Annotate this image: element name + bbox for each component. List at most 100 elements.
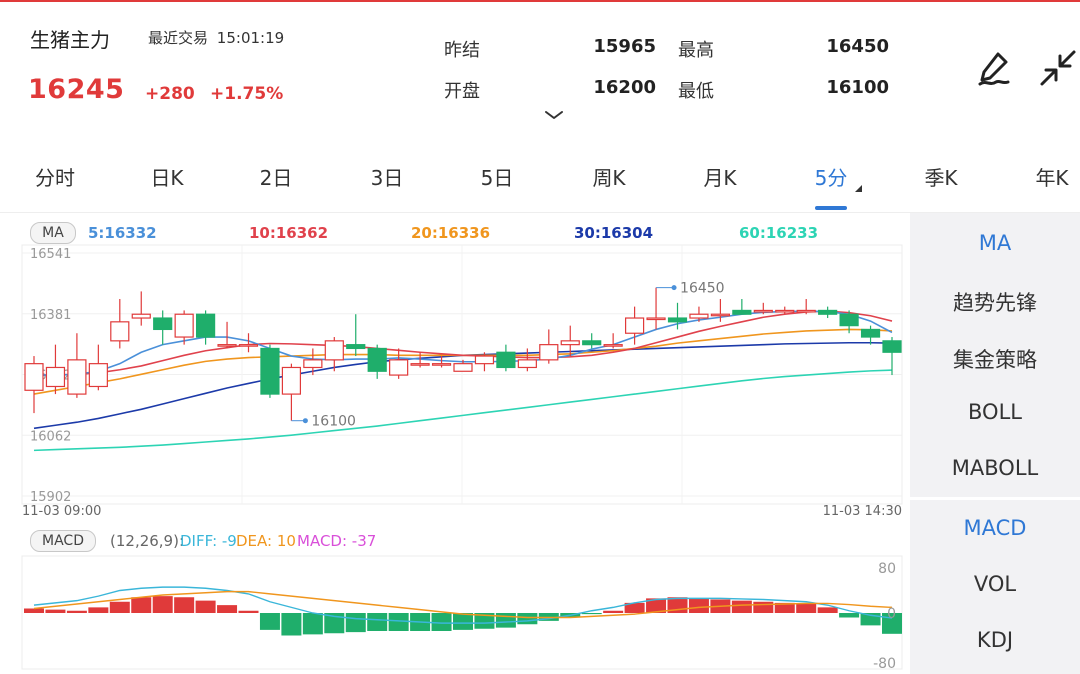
candle-body xyxy=(131,313,151,319)
macd-histogram-bar xyxy=(131,597,152,613)
tab-timeshare[interactable]: 分时 xyxy=(15,162,95,191)
main-indicator-list: MA 趋势先锋 集金策略 BOLL MABOLL xyxy=(910,213,1080,497)
price-axis-label: 16062 xyxy=(30,429,71,444)
candle-body xyxy=(539,344,559,361)
candle-body xyxy=(110,321,130,342)
macd-histogram-bar xyxy=(345,613,366,633)
indicator-kdj[interactable]: KDJ xyxy=(910,628,1080,652)
kline-chart[interactable]: 1654116381162221606215902164501610011-03… xyxy=(0,213,910,674)
tab-month-k[interactable]: 月K xyxy=(680,162,760,191)
macd-histogram-bar xyxy=(88,607,109,613)
candle-body xyxy=(303,359,323,369)
high-marker-dot xyxy=(671,285,677,291)
candle-body xyxy=(217,344,237,347)
indicator-boll[interactable]: BOLL xyxy=(910,400,1080,424)
candle-body xyxy=(324,340,344,361)
macd-histogram-bar xyxy=(603,610,624,613)
ma5-legend: 5:16332 xyxy=(88,224,157,242)
macd-histogram-bar xyxy=(259,613,280,630)
tab-week-k[interactable]: 周K xyxy=(569,162,649,191)
indicator-ma[interactable]: MA xyxy=(910,231,1080,255)
time-axis-end: 11-03 14:30 xyxy=(823,504,902,519)
candle-body xyxy=(346,344,366,350)
macd-dea: DEA: 10 xyxy=(236,532,296,550)
symbol-name: 生猪主力 xyxy=(30,28,110,52)
macd-histogram-bar xyxy=(109,601,130,613)
candle-body xyxy=(860,328,881,338)
candle-body xyxy=(646,317,666,321)
candle-body xyxy=(260,347,280,395)
candle-body xyxy=(389,359,409,376)
ma-indicator-badge[interactable]: MA xyxy=(30,222,76,244)
candle-body xyxy=(710,313,731,317)
candle-body xyxy=(153,317,173,331)
macd-histogram-bar xyxy=(753,601,774,613)
macd-histogram-bar xyxy=(688,598,709,613)
candle-body xyxy=(603,344,623,347)
candle-body xyxy=(775,309,795,313)
price-axis-label: 15902 xyxy=(30,490,71,505)
macd-histogram-bar xyxy=(238,610,259,613)
candle-body xyxy=(517,359,537,369)
quote-value-open: 16200 xyxy=(593,77,656,98)
quote-header: 生猪主力 最近交易 15:01:19 16245 +280 +1.75% 昨结 … xyxy=(0,2,1080,132)
candle-body xyxy=(196,313,216,338)
macd-diff: DIFF: -9 xyxy=(180,532,237,550)
macd-histogram-bar xyxy=(731,600,752,613)
ma60-line xyxy=(33,369,893,452)
candle-body xyxy=(281,366,301,395)
sign-pen-icon[interactable] xyxy=(972,46,1016,90)
collapse-arrows-icon[interactable] xyxy=(1036,46,1080,90)
indicator-gold-strategy[interactable]: 集金策略 xyxy=(910,344,1080,374)
high-annotation: 16450 xyxy=(680,281,725,297)
macd-histogram-bar xyxy=(281,613,302,636)
macd-histogram-bar xyxy=(45,609,66,613)
tab-quarter-k[interactable]: 季K xyxy=(901,162,981,191)
macd-histogram-bar xyxy=(174,597,195,613)
tab-5-day[interactable]: 5日 xyxy=(457,162,537,191)
price-change: +280 xyxy=(145,84,195,104)
macd-axis-label: 0 xyxy=(887,606,896,622)
candle-body xyxy=(410,363,430,366)
candle-body xyxy=(582,340,602,346)
ma60-legend: 60:16233 xyxy=(739,224,819,242)
candle-body xyxy=(238,344,259,347)
indicator-trend-pioneer[interactable]: 趋势先锋 xyxy=(910,287,1080,317)
candle-body xyxy=(67,359,87,395)
quote-value-prev-settle: 15965 xyxy=(593,36,656,57)
tab-2-day[interactable]: 2日 xyxy=(236,162,316,191)
macd-histogram-bar xyxy=(796,604,817,613)
ma10-legend: 10:16362 xyxy=(249,224,329,242)
macd-indicator-badge[interactable]: MACD xyxy=(30,530,96,552)
quote-value-high: 16450 xyxy=(826,36,889,57)
macd-histogram-bar xyxy=(839,613,860,618)
candle-body xyxy=(689,313,709,319)
candle-body xyxy=(496,351,516,369)
macd-value: MACD: -37 xyxy=(297,532,377,550)
tab-3-day[interactable]: 3日 xyxy=(347,162,427,191)
candle-body xyxy=(474,355,495,365)
tab-day-k[interactable]: 日K xyxy=(127,162,207,191)
tab-dropdown-caret-icon[interactable] xyxy=(855,185,862,192)
candle-body xyxy=(882,340,902,353)
indicator-macd[interactable]: MACD xyxy=(910,516,1080,540)
candle-body xyxy=(667,317,688,323)
macd-histogram-bar xyxy=(388,613,409,631)
macd-histogram-bar xyxy=(195,600,216,613)
quote-label-high: 最高 xyxy=(678,40,714,61)
indicator-vol[interactable]: VOL xyxy=(910,572,1080,596)
chevron-down-icon[interactable] xyxy=(543,106,565,124)
candle-body xyxy=(453,363,473,372)
last-price: 16245 xyxy=(28,74,125,105)
candle-body xyxy=(45,366,66,388)
quote-label-prev-settle: 昨结 xyxy=(444,40,480,61)
ma30-legend: 30:16304 xyxy=(574,224,654,242)
candle-body xyxy=(753,309,773,313)
tab-year-k[interactable]: 年K xyxy=(1012,162,1080,191)
macd-histogram-bar xyxy=(817,607,838,613)
quote-label-open: 开盘 xyxy=(444,81,480,102)
macd-histogram-bar xyxy=(517,613,538,625)
price-axis-label: 16381 xyxy=(30,308,71,323)
indicator-maboll[interactable]: MABOLL xyxy=(910,456,1080,480)
candle-body xyxy=(367,347,387,372)
